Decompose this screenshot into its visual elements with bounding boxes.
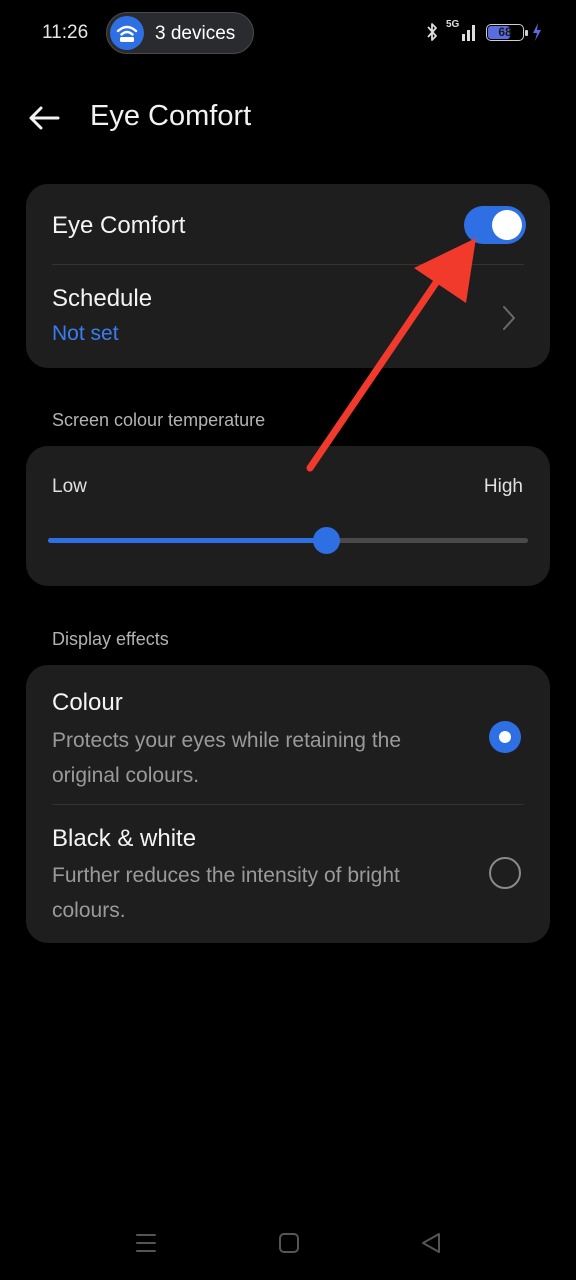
menu-nav-icon[interactable] xyxy=(135,1232,157,1254)
annotation-arrow xyxy=(306,238,476,472)
navigation-bar xyxy=(0,1220,576,1270)
home-nav-icon[interactable] xyxy=(278,1232,300,1254)
back-nav-icon[interactable] xyxy=(420,1232,442,1254)
